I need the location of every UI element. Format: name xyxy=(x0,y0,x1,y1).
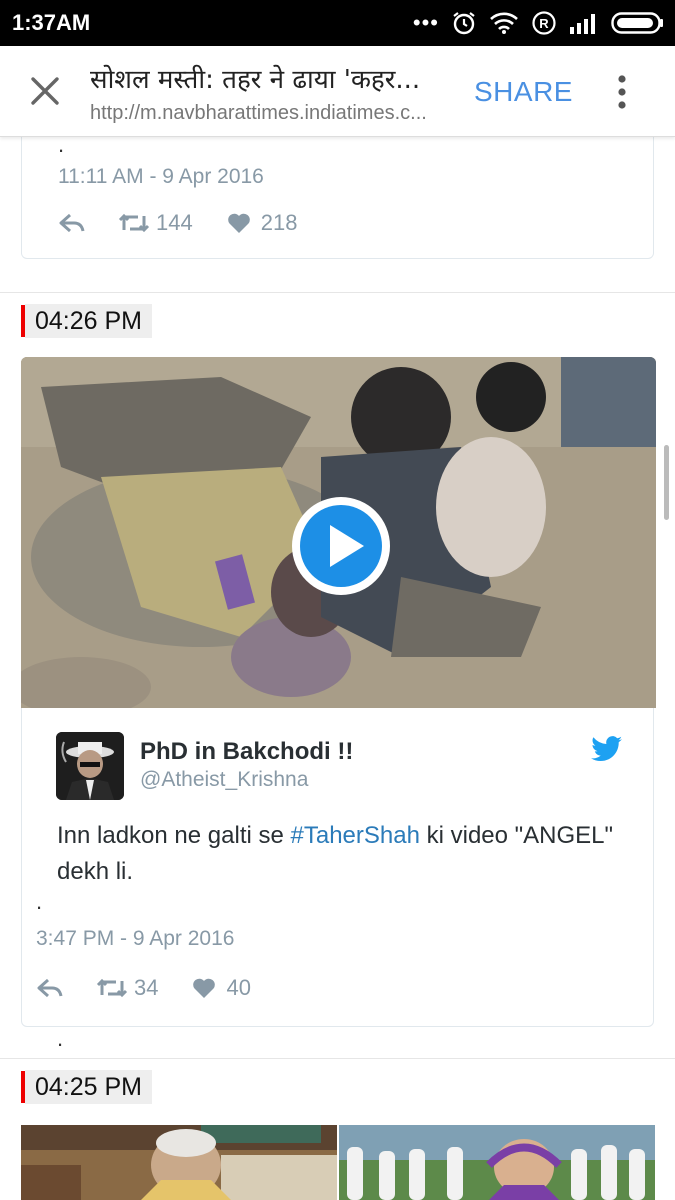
more-dots-icon: ••• xyxy=(412,10,439,35)
like-count: 218 xyxy=(260,210,298,235)
section-divider xyxy=(0,1058,675,1059)
overflow-menu-icon[interactable] xyxy=(612,74,632,110)
tweet-text: Inn ladkon ne galti se #TaherShah ki vid… xyxy=(57,818,617,890)
tweet-text-part: Inn ladkon ne galti se xyxy=(57,822,291,849)
timeline-entry-header: 04:25 PM xyxy=(21,1070,153,1104)
author-handle[interactable]: @Atheist_Krishna xyxy=(140,768,308,792)
reply-icon[interactable] xyxy=(36,977,64,999)
entry-time: 04:25 PM xyxy=(25,1070,153,1104)
retweet-icon xyxy=(118,213,150,233)
photo-image xyxy=(21,1125,337,1200)
roaming-icon: R xyxy=(532,11,556,35)
timeline-entry-header: 04:26 PM xyxy=(21,304,153,338)
twitter-bird-icon[interactable] xyxy=(591,736,623,762)
author-name[interactable]: PhD in Bakchodi !! xyxy=(140,738,353,766)
reply-icon[interactable] xyxy=(58,212,86,234)
signal-icon xyxy=(570,14,595,34)
like-count: 40 xyxy=(226,975,251,1000)
avatar[interactable] xyxy=(56,732,124,800)
retweet-icon xyxy=(96,978,128,998)
image-thumbnail-left[interactable] xyxy=(21,1125,337,1200)
battery-icon xyxy=(611,12,663,34)
tweet-card-previous: . 11:11 AM - 9 Apr 2016 144 218 xyxy=(21,127,654,259)
avatar-image xyxy=(56,732,124,800)
heart-icon xyxy=(193,978,216,998)
status-time: 1:37AM xyxy=(12,10,91,35)
tweet-dot-line: . xyxy=(36,889,42,915)
retweet-count: 34 xyxy=(134,975,159,1000)
play-button[interactable] xyxy=(292,497,390,595)
tweet-dot-text: . xyxy=(36,889,43,914)
like-action[interactable]: 218 xyxy=(227,210,298,236)
image-thumbnail-right[interactable] xyxy=(339,1125,655,1200)
section-divider xyxy=(0,292,675,293)
video-thumbnail[interactable] xyxy=(21,357,656,708)
browser-toolbar: सोशल मस्ती: तहर ने ढाया 'कहर... http://m… xyxy=(0,46,675,137)
page-title: सोशल मस्ती: तहर ने ढाया 'कहर... xyxy=(90,65,421,95)
retweet-count: 144 xyxy=(156,210,193,235)
tweet-timestamp[interactable]: 3:47 PM - 9 Apr 2016 xyxy=(36,927,234,951)
page-url: http://m.navbharattimes.indiatimes.c... xyxy=(90,102,427,124)
photo-image xyxy=(339,1125,655,1200)
entry-time: 04:26 PM xyxy=(25,304,153,338)
wifi-icon xyxy=(490,12,518,34)
tweet-actions: 144 218 xyxy=(58,210,297,236)
svg-text:R: R xyxy=(539,16,549,31)
status-icons: ••• R xyxy=(413,8,665,38)
play-icon xyxy=(330,525,364,567)
scrollbar[interactable] xyxy=(664,445,669,520)
like-action[interactable]: 40 xyxy=(192,975,251,1001)
close-icon[interactable] xyxy=(28,74,62,108)
tweet-actions: 34 40 xyxy=(36,975,251,1001)
status-bar: 1:37AM ••• R xyxy=(0,0,675,46)
heart-icon xyxy=(227,213,250,233)
tweet-timestamp[interactable]: 11:11 AM - 9 Apr 2016 xyxy=(58,165,264,189)
alarm-icon xyxy=(453,12,475,35)
live-blog-content: . 11:11 AM - 9 Apr 2016 144 218 04:26 PM xyxy=(0,127,675,1200)
tweet-dot: . xyxy=(57,1026,64,1051)
retweet-action[interactable]: 144 xyxy=(118,210,193,236)
hashtag-link[interactable]: #TaherShah xyxy=(291,822,420,849)
share-button[interactable]: SHARE xyxy=(474,76,573,108)
retweet-action[interactable]: 34 xyxy=(96,975,158,1001)
